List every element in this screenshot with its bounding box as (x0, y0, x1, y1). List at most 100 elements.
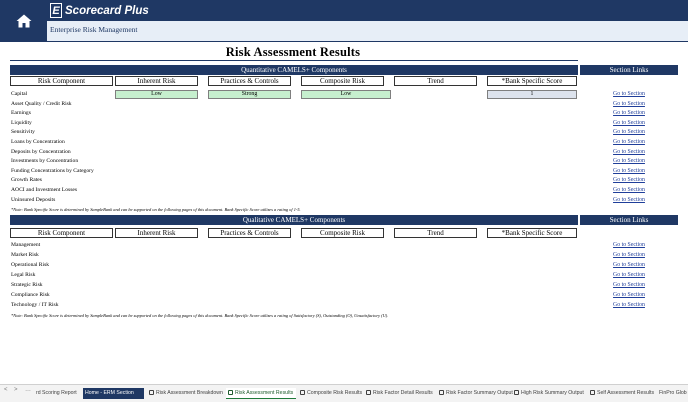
tab-risk-assessment-results[interactable]: Risk Assessment Results (226, 388, 296, 399)
tab-finpro-glob[interactable]: FinPro Glob (657, 388, 688, 399)
home-button[interactable] (0, 0, 47, 42)
go-to-section-link[interactable]: Go to Section (598, 158, 660, 165)
risk-row-label: AOCI and Investment Losses (11, 187, 78, 193)
app-subtitle: Enterprise Risk Management (50, 25, 138, 34)
risk-row-label: Growth Rates (11, 177, 42, 184)
tab-scoring-report[interactable]: rd Scoring Report (34, 388, 82, 399)
tab-label: Risk Assessment Results (235, 390, 294, 396)
go-to-section-link[interactable]: Go to Section (598, 302, 660, 309)
go-to-section-link[interactable]: Go to Section (598, 110, 660, 117)
go-to-section-link[interactable]: Go to Section (598, 129, 660, 136)
risk-row-label: Sensitivity (11, 129, 35, 136)
go-to-section-link[interactable]: Go to Section (598, 252, 660, 259)
composite-risk-cell: Low (301, 90, 391, 99)
quantitative-section-header: Quantitative CAMELS+ Components (10, 65, 578, 75)
risk-row-label: Deposits by Concentration (11, 148, 71, 155)
tab-composite-risk-results[interactable]: Composite Risk Results (298, 388, 362, 399)
tab-label: Risk Factor Detail Results (373, 390, 433, 396)
bank-score-cell: 1 (487, 90, 577, 99)
practices-controls-cell: Strong (208, 90, 291, 99)
brand-bar: E Scorecard Plus (47, 0, 688, 21)
app-logo: E Scorecard Plus (50, 2, 149, 19)
col-risk-component-header: Risk Component (10, 228, 113, 238)
tab-label: High Risk Summary Output (521, 390, 584, 396)
tab-more[interactable]: … (25, 387, 31, 393)
go-to-section-link[interactable]: Go to Section (598, 168, 660, 175)
go-to-section-link[interactable]: Go to Section (598, 91, 660, 98)
logo-mark-icon: E (50, 3, 62, 18)
col-inherent-risk-header: Inherent Risk (115, 76, 198, 86)
title-divider (10, 60, 578, 61)
tab-label: Self Assessment Results (597, 390, 655, 396)
inherent-risk-cell: Low (115, 90, 198, 99)
sheet-lock-icon (514, 390, 519, 396)
tab-risk-assessment-breakdown[interactable]: Risk Assessment Breakdown (147, 388, 224, 399)
col-risk-component-header: Risk Component (10, 76, 113, 86)
go-to-section-link[interactable]: Go to Section (598, 187, 660, 194)
sheet-lock-icon (228, 390, 233, 396)
risk-row-label: Funding Concentrations by Category (11, 167, 94, 174)
risk-row-label: Compliance Risk (11, 292, 50, 298)
go-to-section-link[interactable]: Go to Section (598, 177, 660, 184)
quantitative-note: *Note: Bank Specific Score is determined… (11, 207, 301, 212)
tab-risk-factor-detail-results[interactable]: Risk Factor Detail Results (364, 388, 436, 399)
risk-row-label: Uninsured Deposits (11, 196, 56, 203)
qualitative-section-header: Qualitative CAMELS+ Components (10, 215, 578, 225)
sheet-lock-icon (439, 390, 444, 396)
tab-self-assessment-results[interactable]: Self Assessment Results (588, 388, 656, 399)
home-icon (16, 14, 31, 28)
tab-label: Home - ERM Section (85, 390, 134, 396)
risk-row-label: Operational Risk (11, 262, 50, 268)
col-trend-header: Trend (394, 76, 477, 86)
tab-label: Risk Factor Summary Output (446, 390, 513, 396)
risk-row-label: Management (11, 242, 41, 248)
sheet-lock-icon (300, 390, 305, 396)
sheet-tab-bar: < > … rd Scoring Report Home - ERM Sectio… (0, 384, 688, 402)
risk-row-label: Investments by Concentration (11, 158, 79, 165)
go-to-section-link[interactable]: Go to Section (598, 120, 660, 127)
tab-risk-factor-summary-output[interactable]: Risk Factor Summary Output (437, 388, 513, 399)
tab-home-erm-section[interactable]: Home - ERM Section (83, 388, 144, 399)
risk-row-label: Asset Quality / Credit Risk (11, 100, 72, 107)
risk-row-label: Liquidity (11, 119, 32, 126)
qualitative-note: *Note: Bank Specific Score is determined… (11, 313, 389, 318)
go-to-section-link[interactable]: Go to Section (598, 101, 660, 108)
sheet-lock-icon (590, 390, 595, 396)
col-composite-risk-header: Composite Risk (301, 76, 384, 86)
go-to-section-link[interactable]: Go to Section (598, 197, 660, 204)
risk-row-label: Market Risk (11, 252, 39, 258)
go-to-section-link[interactable]: Go to Section (598, 242, 660, 249)
app-header: E Scorecard Plus Enterprise Risk Managem… (0, 0, 688, 42)
tab-label: Composite Risk Results (307, 390, 363, 396)
risk-row-label: Legal Risk (11, 272, 36, 278)
col-bank-specific-score-header: *Bank Specific Score (487, 228, 577, 238)
page-title: Risk Assessment Results (225, 45, 361, 59)
go-to-section-link[interactable]: Go to Section (598, 149, 660, 156)
quantitative-links-header: Section Links (580, 65, 678, 75)
tab-high-risk-summary-output[interactable]: High Risk Summary Output (512, 388, 586, 399)
app-name: Scorecard Plus (65, 4, 149, 17)
go-to-section-link[interactable]: Go to Section (598, 139, 660, 146)
tab-label: rd Scoring Report (36, 390, 77, 396)
tab-scroll-right[interactable]: > (14, 387, 18, 393)
risk-row-label: Loans by Concentration (11, 139, 65, 145)
risk-row-label: Strategic Risk (11, 282, 43, 288)
go-to-section-link[interactable]: Go to Section (598, 292, 660, 299)
risk-row-label: Earnings (11, 110, 31, 117)
col-practices-controls-header: Practices & Controls (208, 76, 291, 86)
risk-row-label: Technology / IT Risk (11, 302, 59, 308)
qualitative-links-header: Section Links (580, 215, 678, 225)
go-to-section-link[interactable]: Go to Section (598, 262, 660, 269)
sheet-lock-icon (149, 390, 154, 396)
col-practices-controls-header: Practices & Controls (208, 228, 291, 238)
go-to-section-link[interactable]: Go to Section (598, 282, 660, 289)
col-bank-specific-score-header: *Bank Specific Score (487, 76, 577, 86)
tab-scroll-left[interactable]: < (4, 387, 8, 393)
col-composite-risk-header: Composite Risk (301, 228, 384, 238)
tab-label: Risk Assessment Breakdown (156, 390, 223, 396)
col-inherent-risk-header: Inherent Risk (115, 228, 198, 238)
subtitle-bar: Enterprise Risk Management (47, 21, 688, 42)
tab-label: FinPro Glob (659, 390, 687, 396)
go-to-section-link[interactable]: Go to Section (598, 272, 660, 279)
risk-row-label: Capital (11, 91, 28, 97)
